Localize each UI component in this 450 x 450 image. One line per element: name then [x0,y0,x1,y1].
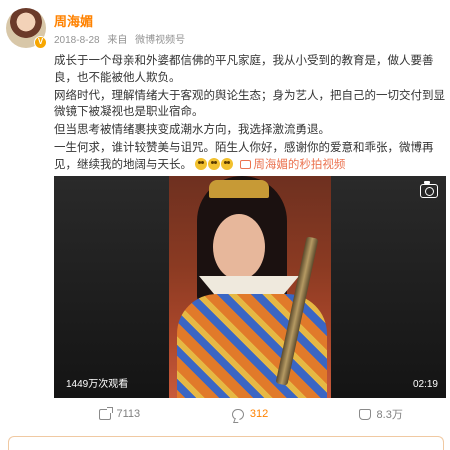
weibo-post: V 周海媚 2018-8-28 来自 微博视频号 成长于一个母亲和外婆都信佛的平… [0,0,450,450]
video-blur-right [331,176,446,398]
thumbnail-crown [209,180,269,198]
emoji-icon [208,158,221,171]
post-meta: 2018-8-28 来自 微博视频号 [54,31,190,46]
post-content: 成长于一个母亲和外婆都信佛的平凡家庭，我从小受到的教育是，做人要善良，也不能被他… [54,53,446,175]
action-bar: 7113 312 8.3万 [54,402,446,426]
emoji-icon [221,158,234,171]
video-thumbnail [169,176,331,398]
content-paragraph: 成长于一个母亲和外婆都信佛的平凡家庭，我从小受到的教育是，做人要善良，也不能被他… [54,55,434,84]
emoji-group [195,158,234,171]
view-count: 1449万次观看 [66,379,129,390]
username[interactable]: 周海媚 [54,11,93,30]
source-link[interactable]: 微博视频号 [135,35,185,46]
emoji-icon [195,158,208,171]
camera-icon[interactable] [420,181,438,198]
content-paragraph: 但当思考被情绪裹挟变成潮水方向，我选择激流勇退。 [54,124,330,136]
comment-icon [231,408,244,420]
repost-icon [98,406,113,420]
content-paragraph: 网络时代，理解情绪大于客观的舆论生态；身为艺人，把自己的一切交付到显微镜下被凝视… [54,89,445,119]
comment-box[interactable] [8,436,444,450]
thumbnail-face [213,214,265,280]
like-button[interactable]: 8.3万 [315,406,446,422]
comment-button[interactable]: 312 [185,408,316,420]
video-link[interactable]: 周海媚的秒拍视频 [253,159,345,171]
video-blur-left [54,176,169,398]
avatar[interactable]: V [6,8,47,49]
content-paragraph: 一生何求，谁计较赞美与诅咒。陌生人你好，感谢你的爱意和乖张，微博再见，继续我的地… [54,140,446,173]
like-count: 8.3万 [376,409,403,421]
post-date[interactable]: 2018-8-28 [54,35,100,46]
comment-count: 312 [249,408,269,420]
like-icon [358,408,371,420]
source-prefix: 来自 [107,35,128,46]
video-link-icon [240,159,252,169]
repost-count: 7113 [116,408,141,420]
repost-button[interactable]: 7113 [54,406,185,420]
thumbnail-robe [177,294,327,398]
video-player[interactable]: 1449万次观看 02:19 [54,176,446,398]
video-duration: 02:19 [412,379,438,390]
verified-badge-icon: V [34,36,47,49]
